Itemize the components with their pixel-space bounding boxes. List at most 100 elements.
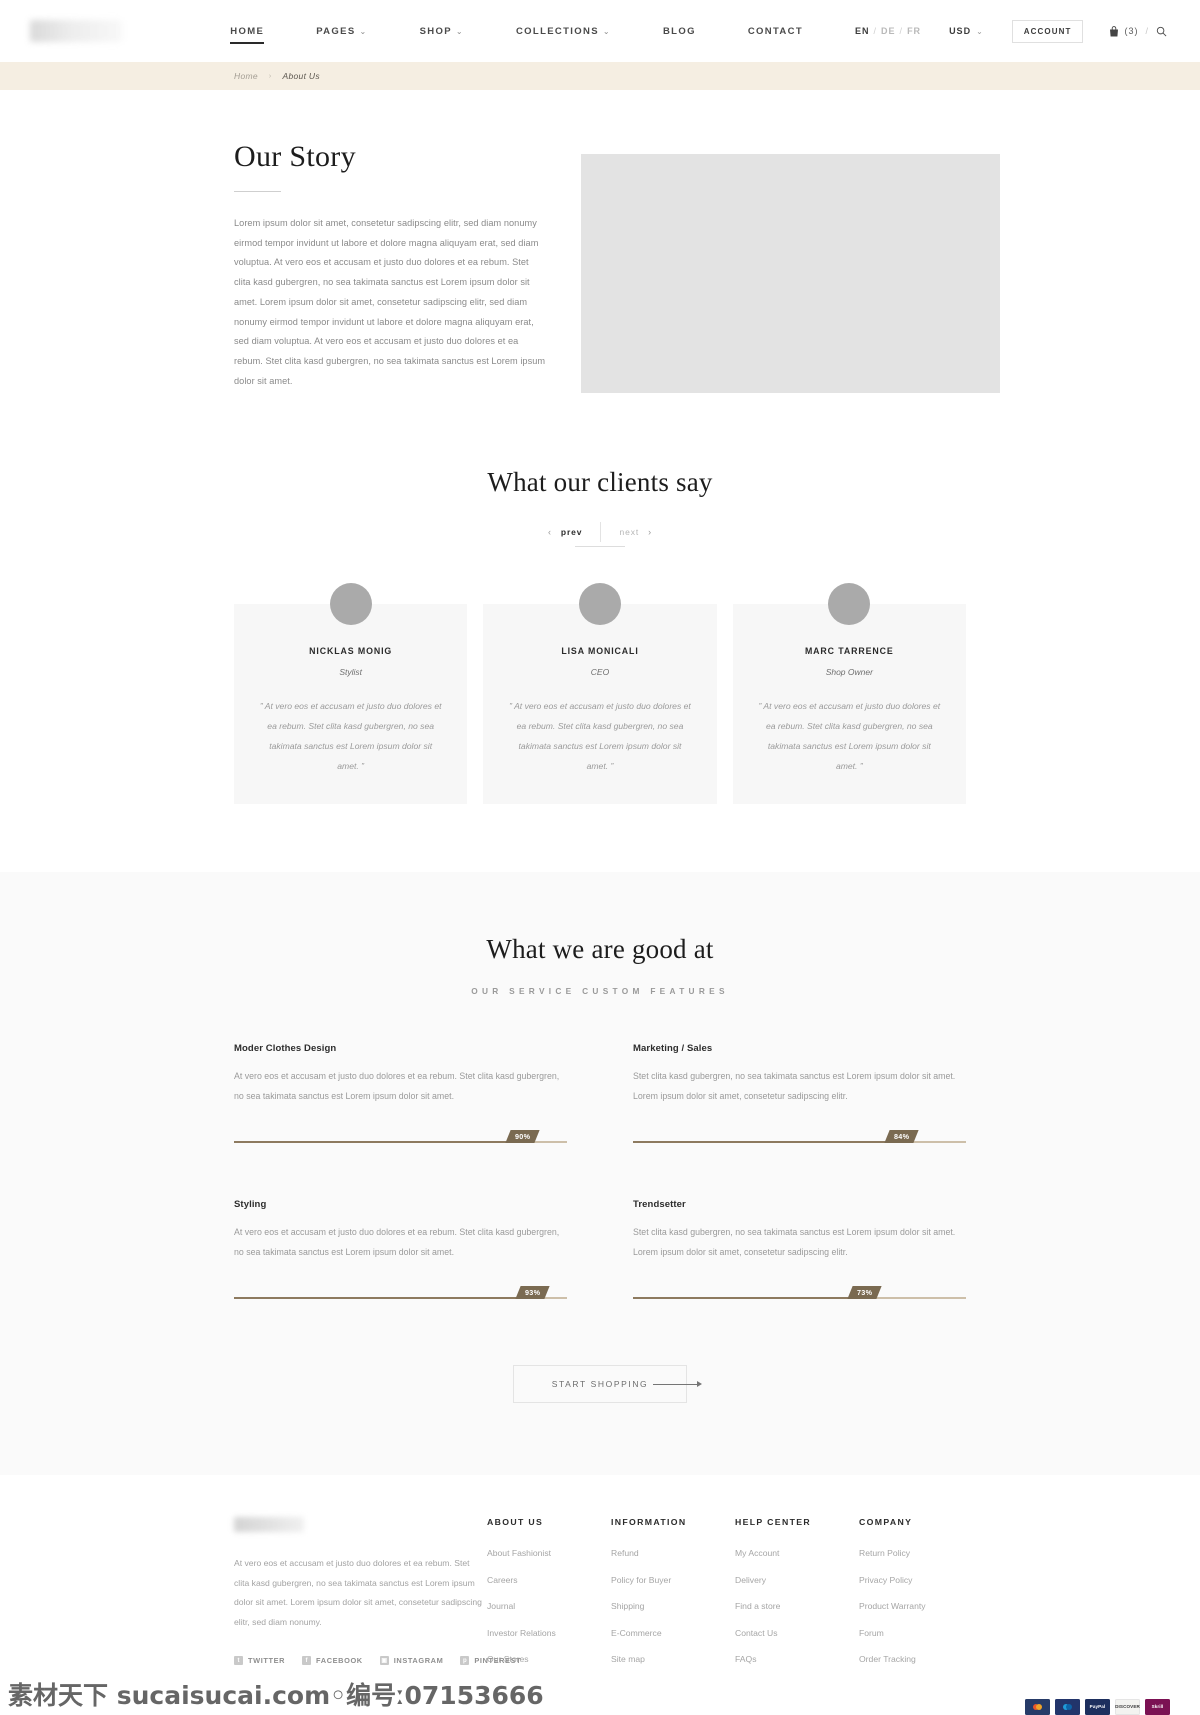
nav-item-shop[interactable]: SHOP ⌄ xyxy=(420,20,464,43)
progress-label: 93% xyxy=(515,1286,550,1299)
footer-column-title: HELP CENTER xyxy=(735,1517,811,1527)
footer-link[interactable]: Policy for Buyer xyxy=(611,1575,735,1585)
footer-link[interactable]: Investor Relations xyxy=(487,1628,611,1638)
testimonial-cards: NICKLAS MONIG Stylist ” At vero eos et a… xyxy=(0,583,1200,804)
footer-link[interactable]: Contact Us xyxy=(735,1628,859,1638)
slider-next-button[interactable]: next › xyxy=(619,523,652,541)
skill-name: Styling xyxy=(234,1199,267,1210)
language-fr[interactable]: FR xyxy=(907,26,921,36)
footer-link[interactable]: Shipping xyxy=(611,1601,735,1611)
footer-link[interactable]: Careers xyxy=(487,1575,611,1585)
footer-link[interactable]: Site map xyxy=(611,1654,735,1664)
skill-description: Stet clita kasd gubergren, no sea takima… xyxy=(633,1227,956,1257)
instagram-icon: ▣ xyxy=(379,1656,389,1665)
nav-item-home[interactable]: HOME xyxy=(230,20,265,44)
account-button[interactable]: ACCOUNT xyxy=(1011,19,1084,43)
skill-progress: 73% xyxy=(633,1285,966,1299)
social-link-facebook[interactable]: f FACEBOOK xyxy=(302,1656,363,1665)
footer-link[interactable]: Delivery xyxy=(735,1575,859,1585)
social-link-instagram[interactable]: ▣ INSTAGRAM xyxy=(379,1656,444,1665)
separator: / xyxy=(873,26,878,36)
skill-name: Marketing / Sales xyxy=(633,1043,713,1054)
chevron-down-icon: ⌄ xyxy=(602,26,611,36)
testimonials-title: What our clients say xyxy=(487,467,713,497)
social-label: TWITTER xyxy=(248,1656,286,1665)
footer-column-company: COMPANY Return Policy Privacy Policy Pro… xyxy=(859,1517,983,1681)
watermark-text: 素材天下 sucaisucai.com◦编号ː07153666 xyxy=(8,1680,544,1710)
story-body: Lorem ipsum dolor sit amet, consetetur s… xyxy=(234,218,546,386)
chevron-down-icon: ⌄ xyxy=(359,26,368,36)
footer-link[interactable]: Return Policy xyxy=(859,1548,983,1558)
footer-link[interactable]: My Account xyxy=(735,1548,859,1558)
footer-column-title: ABOUT US xyxy=(487,1517,544,1527)
progress-fill xyxy=(234,1141,534,1143)
testimonial-role: CEO xyxy=(590,667,610,677)
footer-link[interactable]: FAQs xyxy=(735,1654,859,1664)
site-header: HOME PAGES ⌄ SHOP ⌄ COLLECTIONS ⌄ BLOG CONT… xyxy=(0,0,1200,62)
footer-column-about-us: ABOUT US About Fashionist Careers Journa… xyxy=(487,1517,611,1681)
footer-link[interactable]: Our Stores xyxy=(487,1654,611,1664)
testimonial-card: NICKLAS MONIG Stylist ” At vero eos et a… xyxy=(234,583,468,804)
footer-logo[interactable] xyxy=(234,1517,304,1532)
skill-name: Moder Clothes Design xyxy=(234,1043,337,1054)
separator: / xyxy=(899,26,904,36)
avatar xyxy=(828,583,871,625)
testimonial-role: Stylist xyxy=(339,667,362,677)
footer-link[interactable]: E-Commerce xyxy=(611,1628,735,1638)
slider-underline xyxy=(575,546,625,547)
language-en[interactable]: EN xyxy=(855,26,870,36)
cart-widget[interactable]: (3) / xyxy=(1109,25,1156,37)
footer-link[interactable]: About Fashionist xyxy=(487,1548,611,1558)
arrow-right-icon xyxy=(653,1381,702,1387)
skill-description: At vero eos et accusam et justo duo dolo… xyxy=(234,1071,560,1101)
footer-link[interactable]: Privacy Policy xyxy=(859,1575,983,1585)
footer-link[interactable]: Journal xyxy=(487,1601,611,1611)
breadcrumb-current: About Us xyxy=(282,71,320,81)
currency-selector[interactable]: USD ⌄ xyxy=(949,26,984,36)
nav-label: HOME xyxy=(230,25,265,37)
progress-value: 90% xyxy=(514,1132,530,1141)
social-links: t TWITTER f FACEBOOK ▣ INSTAGRAM p PINTE… xyxy=(234,1656,521,1665)
slider-nav-divider xyxy=(600,522,602,542)
logo-image xyxy=(30,20,122,42)
skills-section: What we are good at OUR SERVICE CUSTOM F… xyxy=(0,872,1200,1475)
footer-link[interactable]: Find a store xyxy=(735,1601,859,1611)
skill-description: At vero eos et accusam et justo duo dolo… xyxy=(234,1227,560,1257)
progress-label: 73% xyxy=(847,1286,883,1299)
slider-prev-button[interactable]: ‹ prev xyxy=(548,523,582,541)
footer-link[interactable]: Refund xyxy=(611,1548,735,1558)
arrow-head xyxy=(697,1381,702,1387)
progress-value: 93% xyxy=(524,1288,540,1297)
breadcrumb-home[interactable]: Home xyxy=(234,71,258,81)
testimonials-section: What our clients say ‹ prev next › NICKL… xyxy=(0,393,1200,804)
nav-item-blog[interactable]: BLOG xyxy=(663,20,696,43)
separator: / xyxy=(1145,26,1149,36)
testimonial-card: LISA MONICALI CEO ” At vero eos et accus… xyxy=(483,583,717,804)
skill-item: Styling At vero eos et accusam et justo … xyxy=(234,1199,567,1299)
nav-item-collections[interactable]: COLLECTIONS ⌄ xyxy=(516,20,611,43)
slider-next-label: next xyxy=(619,527,640,537)
start-shopping-cta: START SHOPPING xyxy=(0,1365,1200,1403)
progress-label: 84% xyxy=(884,1130,919,1143)
logo[interactable] xyxy=(30,20,230,42)
footer-link[interactable]: Product Warranty xyxy=(859,1601,983,1611)
skill-description: Stet clita kasd gubergren, no sea takima… xyxy=(633,1071,956,1101)
avatar xyxy=(329,583,372,625)
footer-column-help-center: HELP CENTER My Account Delivery Find a s… xyxy=(735,1517,859,1681)
search-icon[interactable] xyxy=(1156,26,1167,37)
footer-column-title: INFORMATION xyxy=(611,1517,687,1527)
breadcrumb: Home › About Us xyxy=(0,62,1200,90)
footer-link[interactable]: Order Tracking xyxy=(859,1654,983,1664)
language-de[interactable]: DE xyxy=(881,26,896,36)
nav-item-contact[interactable]: CONTACT xyxy=(748,20,803,43)
nav-item-pages[interactable]: PAGES ⌄ xyxy=(316,20,367,43)
testimonial-card: MARC TARRENCE Shop Owner ” At vero eos e… xyxy=(732,583,966,804)
title-divider xyxy=(234,191,281,192)
progress-value: 73% xyxy=(857,1288,873,1297)
footer-link[interactable]: Forum xyxy=(859,1628,983,1638)
main-navigation: HOME PAGES ⌄ SHOP ⌄ COLLECTIONS ⌄ BLOG CONT… xyxy=(230,20,855,44)
skills-subtitle: OUR SERVICE CUSTOM FEATURES xyxy=(471,986,729,996)
cart-count: (3) xyxy=(1124,26,1139,36)
chevron-left-icon: ‹ xyxy=(547,527,552,537)
social-link-twitter[interactable]: t TWITTER xyxy=(234,1656,285,1665)
